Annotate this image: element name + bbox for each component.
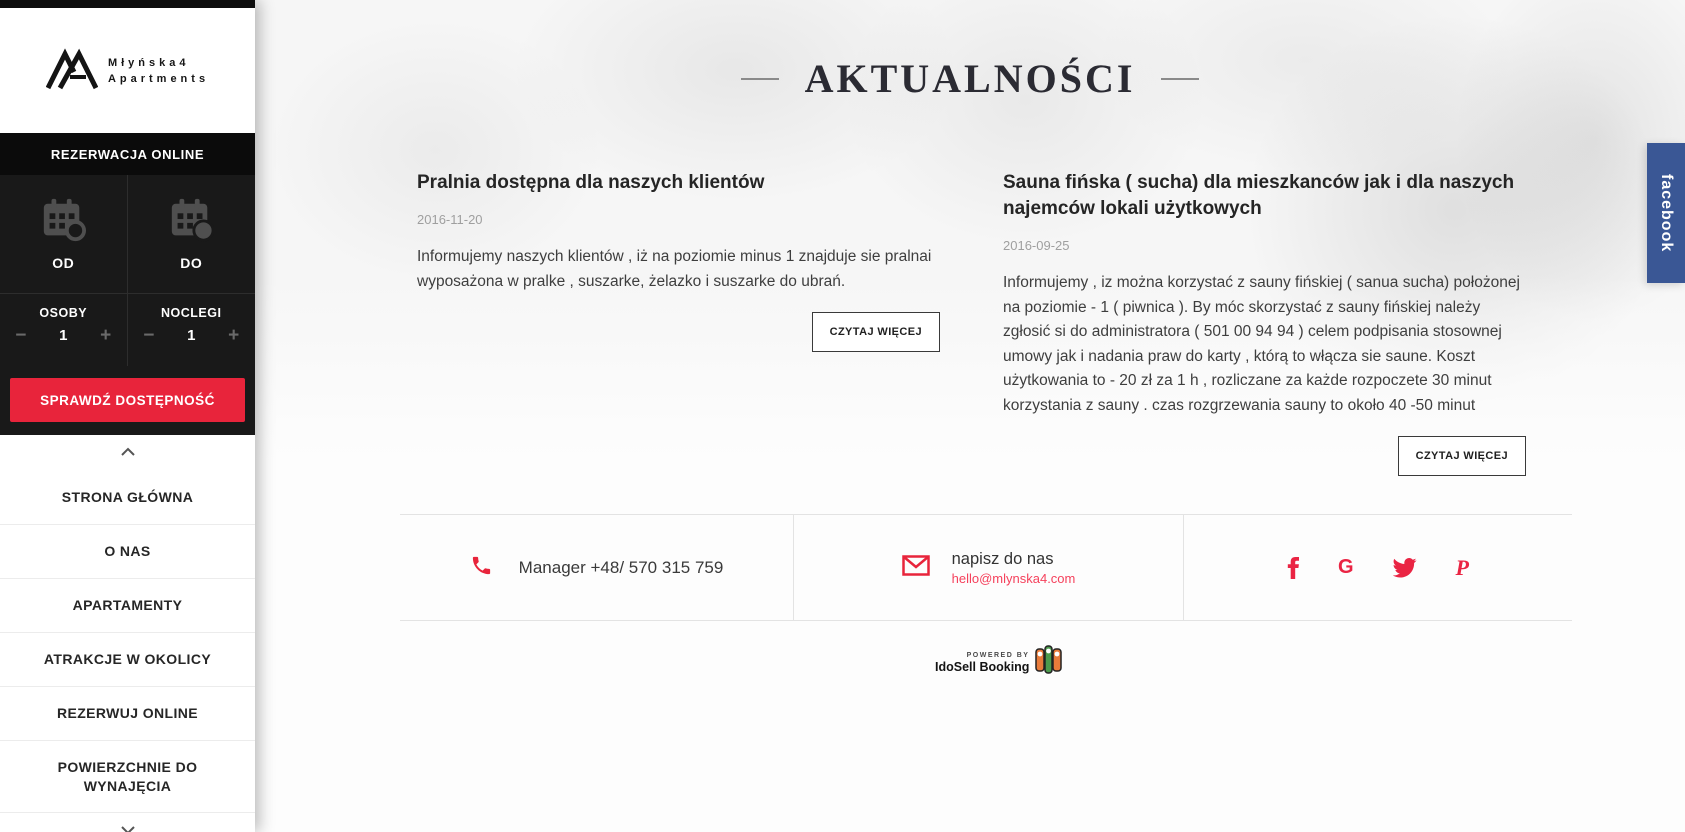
- sidebar-item-rezerwuj-online[interactable]: REZERWUJ ONLINE: [0, 687, 255, 741]
- calendar-to-icon: [168, 197, 214, 248]
- email-label: napisz do nas: [952, 550, 1076, 569]
- brand-name: Młyńska4 Apartments: [108, 57, 209, 85]
- sidebar-item-strona-glowna[interactable]: STRONA GŁÓWNA: [0, 471, 255, 525]
- nights-value: 1: [187, 327, 195, 344]
- menu-item-label: APARTAMENTY: [73, 596, 183, 615]
- facebook-tab-label: facebook: [1657, 174, 1675, 252]
- powered-by-block[interactable]: POWERED BY IdoSell Booking: [935, 645, 1063, 680]
- sidebar-menu: STRONA GŁÓWNA O NAS APARTAMENTY ATRAKCJE…: [0, 435, 255, 832]
- menu-scroll-up[interactable]: [0, 435, 255, 471]
- menu-item-label: ATRAKCJE W OKOLICY: [44, 650, 211, 669]
- calendar-from-icon: [40, 197, 86, 248]
- widget-bottom-spacer: [0, 422, 255, 435]
- page-title: AKTUALNOŚCI: [805, 55, 1136, 102]
- persons-label: OSOBY: [39, 306, 87, 320]
- sidebar-item-powierzchnie[interactable]: POWIERZCHNIE DO WYNAJĘCIA: [0, 741, 255, 813]
- persons-value: 1: [59, 327, 67, 344]
- menu-scroll-down[interactable]: [0, 813, 255, 832]
- idosell-logo-icon: [1035, 645, 1063, 680]
- date-from-picker[interactable]: OD: [0, 175, 128, 293]
- social-cell: G P: [1183, 515, 1572, 620]
- contact-strip: Manager +48/ 570 315 759 napisz do nas h…: [400, 514, 1572, 621]
- read-more-button[interactable]: CZYTAJ WIĘCEJ: [812, 312, 940, 352]
- powered-by-name: IdoSell Booking: [935, 660, 1029, 674]
- nights-stepper: NOCLEGI − 1 +: [128, 294, 256, 366]
- nights-plus-button[interactable]: +: [228, 326, 239, 345]
- sidebar-item-atrakcje[interactable]: ATRAKCJE W OKOLICY: [0, 633, 255, 687]
- email-cell: napisz do nas hello@mlynska4.com: [793, 515, 1183, 620]
- nights-label: NOCLEGI: [161, 306, 221, 320]
- main-content: AKTUALNOŚCI Pralnia dostępna dla naszych…: [255, 0, 1685, 832]
- date-to-picker[interactable]: DO: [128, 175, 256, 293]
- title-dash-left: [741, 78, 779, 80]
- news-articles: Pralnia dostępna dla naszych klientów 20…: [417, 170, 1527, 476]
- article-title: Sauna fińska ( sucha) dla mieszkanców ja…: [1003, 170, 1526, 222]
- booking-widget: REZERWACJA ONLINE: [0, 133, 255, 435]
- brand-logo[interactable]: Młyńska4 Apartments: [0, 8, 255, 133]
- guests-nights-row: OSOBY − 1 + NOCLEGI − 1 +: [0, 293, 255, 366]
- envelope-icon: [902, 555, 930, 581]
- sidebar: Młyńska4 Apartments REZERWACJA ONLINE: [0, 0, 255, 832]
- phone-cell: Manager +48/ 570 315 759: [400, 515, 793, 620]
- title-dash-right: [1161, 78, 1199, 80]
- powered-by-label: POWERED BY: [967, 652, 1030, 659]
- article-sauna: Sauna fińska ( sucha) dla mieszkanców ja…: [1003, 170, 1526, 476]
- article-date: 2016-09-25: [1003, 238, 1526, 253]
- top-black-strip: [0, 0, 255, 8]
- menu-item-label: REZERWUJ ONLINE: [57, 704, 198, 723]
- pinterest-icon[interactable]: P: [1456, 555, 1469, 581]
- phone-number-link[interactable]: Manager +48/ 570 315 759: [519, 558, 724, 578]
- article-pralnia: Pralnia dostępna dla naszych klientów 20…: [417, 170, 940, 476]
- booking-widget-title: REZERWACJA ONLINE: [51, 147, 204, 162]
- menu-item-label: O NAS: [104, 542, 150, 561]
- persons-minus-button[interactable]: −: [15, 326, 26, 345]
- twitter-icon[interactable]: [1393, 558, 1417, 578]
- booking-widget-header: REZERWACJA ONLINE: [0, 133, 255, 175]
- page: Młyńska4 Apartments REZERWACJA ONLINE: [0, 0, 1685, 832]
- phone-icon: [470, 554, 493, 582]
- facebook-icon[interactable]: [1287, 557, 1299, 579]
- check-availability-button[interactable]: SPRAWDŹ DOSTĘPNOŚĆ: [10, 378, 245, 422]
- brand-name-line2: Apartments: [108, 73, 209, 85]
- mountain-logo-icon: [46, 46, 98, 95]
- facebook-side-tab[interactable]: facebook: [1647, 143, 1685, 283]
- chevron-down-icon: [120, 822, 136, 832]
- chevron-up-icon: [120, 444, 136, 462]
- menu-item-label: STRONA GŁÓWNA: [62, 488, 193, 507]
- article-body: Informujemy , iz można korzystać z sauny…: [1003, 271, 1526, 418]
- menu-item-label: POWIERZCHNIE DO WYNAJĘCIA: [20, 758, 235, 796]
- read-more-button[interactable]: CZYTAJ WIĘCEJ: [1398, 436, 1526, 476]
- brand-name-line1: Młyńska4: [108, 57, 209, 69]
- article-body: Informujemy naszych klientów , iż na poz…: [417, 245, 940, 294]
- email-address-link[interactable]: hello@mlynska4.com: [952, 571, 1076, 586]
- date-to-label: DO: [180, 255, 202, 271]
- persons-plus-button[interactable]: +: [100, 326, 111, 345]
- date-picker-row: OD: [0, 175, 255, 293]
- sidebar-item-apartamenty[interactable]: APARTAMENTY: [0, 579, 255, 633]
- google-icon[interactable]: G: [1338, 556, 1354, 579]
- persons-stepper: OSOBY − 1 +: [0, 294, 128, 366]
- article-date: 2016-11-20: [417, 212, 940, 227]
- nights-minus-button[interactable]: −: [143, 326, 154, 345]
- article-title: Pralnia dostępna dla naszych klientów: [417, 170, 940, 196]
- sidebar-item-o-nas[interactable]: O NAS: [0, 525, 255, 579]
- page-title-block: AKTUALNOŚCI: [255, 55, 1685, 102]
- date-from-label: OD: [52, 255, 74, 271]
